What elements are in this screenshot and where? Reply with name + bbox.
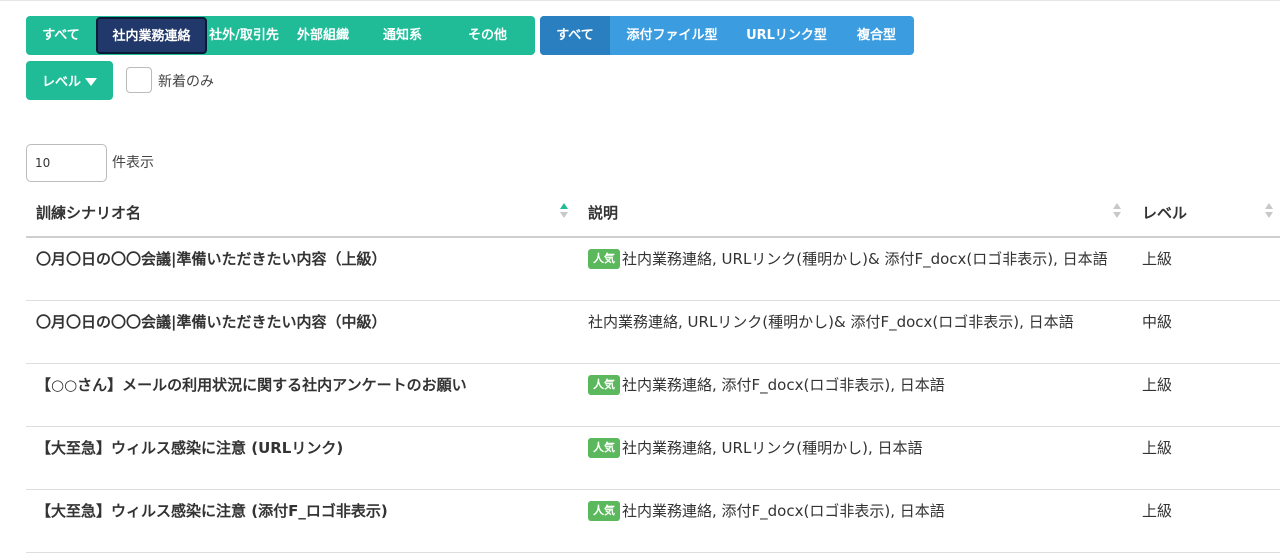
scenario-description: 人気 社内業務連絡, 添付F_docx(ロゴ非表示), 日本語 [588, 500, 1128, 521]
scenario-description: 社内業務連絡, URLリンク(種明かし)& 添付F_docx(ロゴ非表示), 日… [588, 311, 1128, 332]
popular-badge: 人気 [588, 500, 620, 521]
type-filter-group: すべて 添付ファイル型 URLリンク型 複合型 [540, 16, 914, 55]
type-filter-composite[interactable]: 複合型 [839, 16, 914, 55]
scenario-name[interactable]: 【○○さん】メールの利用状況に関する社内アンケートのお願い [36, 374, 576, 395]
column-header-description[interactable]: 説明 [588, 190, 618, 236]
table-row[interactable]: 〇月〇日の〇〇会議|準備いただきたい内容（中級） 社内業務連絡, URLリンク(… [26, 301, 1280, 364]
description-text: 社内業務連絡, 添付F_docx(ロゴ非表示), 日本語 [622, 376, 945, 394]
top-divider [0, 0, 1280, 1]
scenario-description: 人気 社内業務連絡, 添付F_docx(ロゴ非表示), 日本語 [588, 374, 1128, 395]
scenario-level: 中級 [1142, 313, 1173, 331]
description-text: 社内業務連絡, URLリンク(種明かし)& 添付F_docx(ロゴ非表示), 日… [588, 313, 1074, 331]
scenario-name[interactable]: 【大至急】ウィルス感染に注意 (URLリンク) [36, 437, 576, 458]
column-header-level[interactable]: レベル [1142, 190, 1187, 236]
caret-down-icon [85, 77, 97, 86]
category-filter-internal-business[interactable]: 社内業務連絡 [96, 17, 207, 54]
new-only-checkbox[interactable] [126, 67, 152, 93]
category-filter-group: すべて 社内業務連絡 社外/取引先 外部組織 通知系 その他 [26, 16, 535, 55]
popular-badge: 人気 [588, 437, 620, 458]
scenario-level: 上級 [1142, 502, 1173, 520]
table-header: 訓練シナリオ名 説明 レベル [26, 190, 1280, 238]
category-filter-external-partner[interactable]: 社外/取引先 [207, 16, 281, 55]
scenario-description: 人気 社内業務連絡, URLリンク(種明かし)& 添付F_docx(ロゴ非表示)… [588, 248, 1128, 269]
type-filter-url-link[interactable]: URLリンク型 [734, 16, 839, 55]
description-text: 社内業務連絡, 添付F_docx(ロゴ非表示), 日本語 [622, 502, 945, 520]
type-filter-all[interactable]: すべて [540, 16, 610, 55]
scenario-name[interactable]: 【大至急】ウィルス感染に注意 (添付F_ロゴ非表示) [36, 500, 576, 521]
new-only-label[interactable]: 新着のみ [158, 71, 214, 91]
type-filter-attachment[interactable]: 添付ファイル型 [610, 16, 734, 55]
scenario-table: 訓練シナリオ名 説明 レベル 〇月〇日の〇〇会議|準備いただきたい内容（上級） … [26, 190, 1280, 553]
scenario-name[interactable]: 〇月〇日の〇〇会議|準備いただきたい内容（中級） [36, 311, 576, 332]
category-filter-notification[interactable]: 通知系 [365, 16, 440, 55]
level-dropdown-button[interactable]: レベル [26, 61, 113, 100]
table-row[interactable]: 【大至急】ウィルス感染に注意 (URLリンク) 人気 社内業務連絡, URLリン… [26, 427, 1280, 490]
table-row[interactable]: 【○○さん】メールの利用状況に関する社内アンケートのお願い 人気 社内業務連絡,… [26, 364, 1280, 427]
page-length-suffix: 件表示 [112, 155, 154, 171]
table-row[interactable]: 【大至急】ウィルス感染に注意 (添付F_ロゴ非表示) 人気 社内業務連絡, 添付… [26, 490, 1280, 553]
scenario-level: 上級 [1142, 376, 1173, 394]
popular-badge: 人気 [588, 374, 620, 395]
page-length-input[interactable] [26, 144, 107, 182]
description-text: 社内業務連絡, URLリンク(種明かし)& 添付F_docx(ロゴ非表示), 日… [622, 250, 1108, 268]
popular-badge: 人気 [588, 248, 620, 269]
category-filter-external-org[interactable]: 外部組織 [281, 16, 365, 55]
scenario-level: 上級 [1142, 250, 1173, 268]
scenario-name[interactable]: 〇月〇日の〇〇会議|準備いただきたい内容（上級） [36, 248, 576, 269]
sort-icon-description[interactable] [1113, 203, 1123, 221]
sort-icon-level[interactable] [1265, 203, 1275, 221]
scenario-description: 人気 社内業務連絡, URLリンク(種明かし), 日本語 [588, 437, 1128, 458]
description-text: 社内業務連絡, URLリンク(種明かし), 日本語 [622, 439, 923, 457]
sort-icon-name[interactable] [560, 203, 570, 221]
scenario-level: 上級 [1142, 439, 1173, 457]
column-header-name[interactable]: 訓練シナリオ名 [36, 190, 141, 236]
level-dropdown-label: レベル [41, 75, 81, 90]
category-filter-other[interactable]: その他 [440, 16, 535, 55]
category-filter-all[interactable]: すべて [26, 16, 96, 55]
table-row[interactable]: 〇月〇日の〇〇会議|準備いただきたい内容（上級） 人気 社内業務連絡, URLリ… [26, 238, 1280, 301]
